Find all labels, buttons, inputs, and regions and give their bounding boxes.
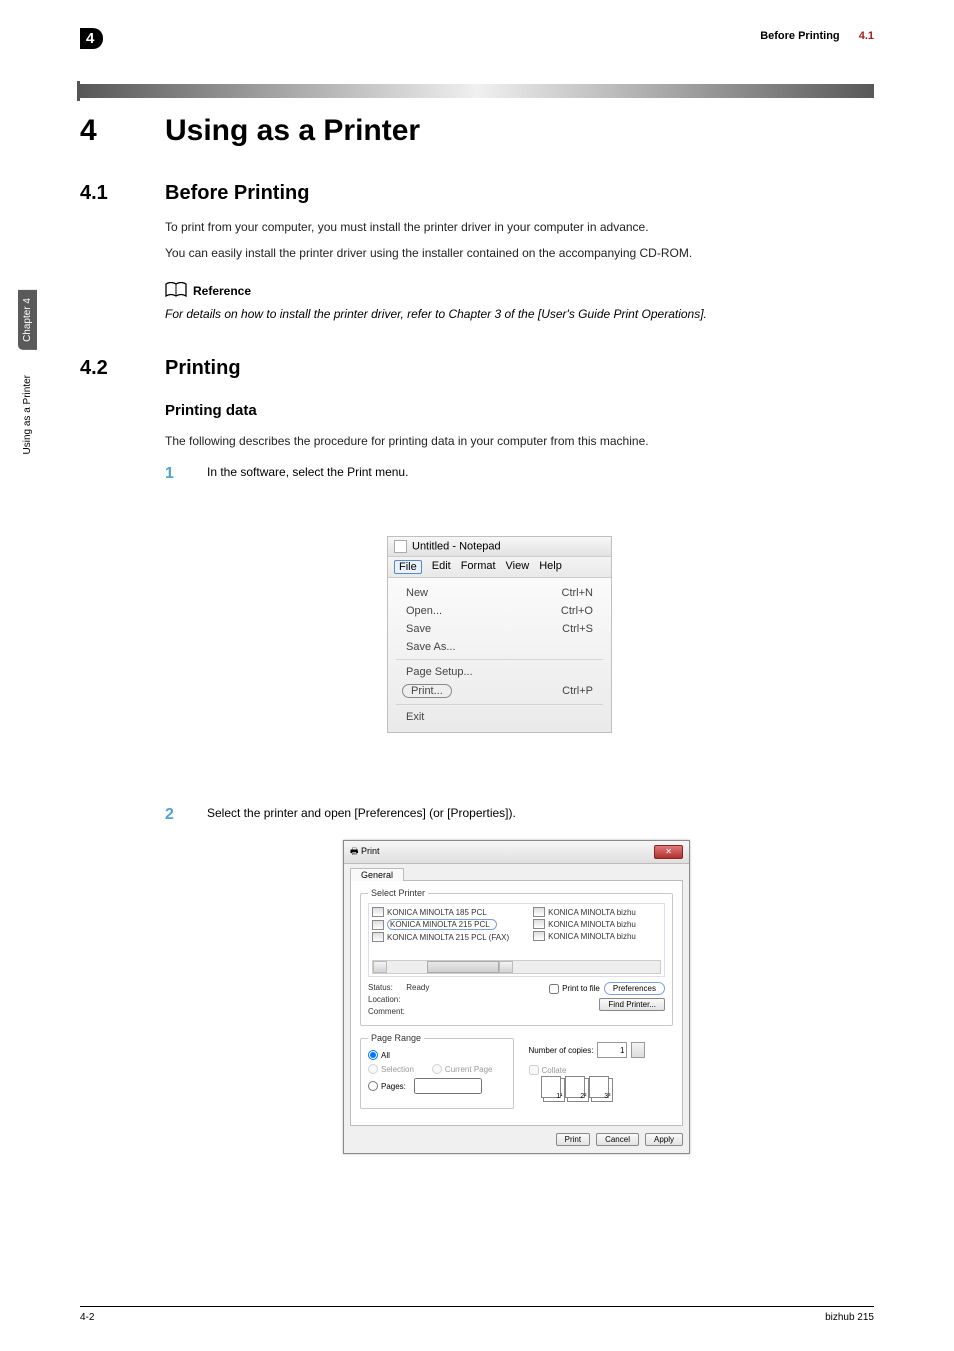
radio-current-page[interactable]: Current Page — [432, 1064, 493, 1074]
section-heading: 4.2Printing — [80, 357, 874, 380]
print-button[interactable]: Print — [556, 1133, 590, 1146]
side-chapter-tab: Chapter 4 — [18, 290, 37, 350]
print-dialog-titlebar: 🖶 Print ✕ — [344, 841, 689, 864]
step-1: 1 In the software, select the Print menu… — [165, 465, 874, 483]
page-number: 4-2 — [80, 1312, 94, 1323]
select-printer-group: Select Printer KONICA MINOLTA 185 PCL KO… — [360, 888, 673, 1026]
reference-label: Reference — [193, 284, 251, 298]
chapter-title-text: Using as a Printer — [165, 114, 420, 147]
section-num: 4.1 — [80, 182, 165, 205]
page-header: 4 Before Printing 4.1 — [80, 28, 874, 48]
section-paragraph: The following describes the procedure fo… — [165, 431, 874, 451]
radio-selection[interactable]: Selection — [368, 1064, 414, 1074]
printer-item[interactable]: KONICA MINOLTA bizhu — [533, 931, 636, 941]
section-heading: 4.1Before Printing — [80, 182, 874, 205]
horizontal-scrollbar[interactable] — [372, 960, 661, 974]
pages-input[interactable] — [414, 1078, 482, 1094]
menu-item-exit[interactable]: Exit — [388, 708, 611, 726]
notepad-menu-bar: File Edit Format View Help — [388, 557, 611, 578]
page-range-group: Page Range All Selection Current Page Pa… — [360, 1033, 514, 1109]
menu-item-save-as[interactable]: Save As... — [388, 638, 611, 656]
menu-item-open[interactable]: Open...Ctrl+O — [388, 602, 611, 620]
header-section-title: Before Printing — [760, 30, 839, 42]
menu-format[interactable]: Format — [461, 560, 496, 574]
menu-help[interactable]: Help — [539, 560, 562, 574]
printer-item[interactable]: KONICA MINOLTA bizhu — [533, 907, 636, 917]
collate-icon: 1¹ 2² 3³ — [543, 1078, 667, 1102]
tab-general[interactable]: General — [350, 868, 404, 881]
menu-view[interactable]: View — [506, 560, 530, 574]
step-text: Select the printer and open [Preferences… — [207, 806, 516, 824]
scroll-thumb[interactable] — [427, 961, 499, 973]
menu-separator — [396, 704, 603, 705]
product-name: bizhub 215 — [825, 1312, 874, 1323]
notepad-window: Untitled - Notepad File Edit Format View… — [387, 536, 612, 733]
copies-input[interactable] — [597, 1042, 627, 1058]
header-right: Before Printing 4.1 — [760, 30, 874, 42]
section-4-2: 4.2Printing Printing data The following … — [80, 357, 874, 483]
gradient-divider — [80, 84, 874, 98]
section-4-1: 4.1Before Printing To print from your co… — [80, 182, 874, 323]
section-paragraph: To print from your computer, you must in… — [165, 217, 874, 237]
menu-item-save[interactable]: SaveCtrl+S — [388, 620, 611, 638]
section-title: Printing — [165, 357, 241, 379]
menu-file[interactable]: File — [394, 560, 422, 574]
print-dialog-panel: Select Printer KONICA MINOLTA 185 PCL KO… — [350, 880, 683, 1126]
notepad-title-bar: Untitled - Notepad — [388, 537, 611, 557]
dialog-button-row: Print Cancel Apply — [344, 1133, 689, 1153]
print-dialog-title: 🖶 Print — [350, 844, 380, 860]
close-icon[interactable]: ✕ — [654, 845, 683, 859]
printer-status-block: Status: Ready Location: Comment: — [368, 982, 429, 1018]
step-text: In the software, select the Print menu. — [207, 465, 408, 483]
menu-separator — [396, 659, 603, 660]
section-paragraph: You can easily install the printer drive… — [165, 243, 874, 263]
preferences-button[interactable]: Preferences — [604, 982, 665, 995]
subsection-heading: Printing data — [165, 402, 874, 419]
step-2: 2 Select the printer and open [Preferenc… — [165, 806, 874, 824]
section-title: Before Printing — [165, 182, 309, 204]
chapter-title-num: 4 — [80, 114, 165, 148]
page-footer: 4-2 bizhub 215 — [80, 1306, 874, 1323]
radio-pages[interactable]: Pages: — [368, 1078, 506, 1094]
print-to-file-checkbox[interactable]: Print to file — [549, 984, 600, 994]
radio-all[interactable]: All — [368, 1050, 506, 1060]
menu-item-print[interactable]: Print...Ctrl+P — [388, 681, 611, 701]
menu-item-new[interactable]: NewCtrl+N — [388, 584, 611, 602]
chapter-badge: 4 — [80, 28, 103, 49]
step-number: 2 — [165, 806, 179, 824]
copies-spinner[interactable] — [631, 1042, 645, 1058]
menu-item-page-setup[interactable]: Page Setup... — [388, 663, 611, 681]
side-section-title: Using as a Printer — [22, 375, 33, 454]
page-range-legend: Page Range — [368, 1033, 424, 1043]
copies-label: Number of copies: — [529, 1046, 594, 1055]
find-printer-button[interactable]: Find Printer... — [599, 998, 665, 1011]
printer-list[interactable]: KONICA MINOLTA 185 PCL KONICA MINOLTA 21… — [368, 903, 665, 977]
reference-text: For details on how to install the printe… — [165, 305, 874, 323]
notepad-menu-dropdown: NewCtrl+N Open...Ctrl+O SaveCtrl+S Save … — [388, 578, 611, 732]
step-number: 1 — [165, 465, 179, 483]
print-dialog: 🖶 Print ✕ General Select Printer KONICA … — [343, 840, 690, 1154]
reference-row: Reference — [165, 282, 874, 301]
header-section-num: 4.1 — [859, 30, 874, 42]
printer-item[interactable]: KONICA MINOLTA 215 PCL (FAX) — [372, 932, 509, 942]
collate-checkbox[interactable]: Collate — [529, 1065, 667, 1075]
step-2-row: 2 Select the printer and open [Preferenc… — [80, 792, 874, 824]
apply-button[interactable]: Apply — [645, 1133, 683, 1146]
printer-item-selected[interactable]: KONICA MINOLTA 215 PCL — [372, 919, 509, 930]
menu-edit[interactable]: Edit — [432, 560, 451, 574]
chapter-title: 4Using as a Printer — [80, 114, 420, 148]
cancel-button[interactable]: Cancel — [596, 1133, 639, 1146]
book-icon — [165, 282, 187, 301]
select-printer-legend: Select Printer — [368, 888, 428, 898]
copies-group: Number of copies: Collate 1¹ 2² 3³ — [522, 1033, 674, 1109]
section-num: 4.2 — [80, 357, 165, 380]
printer-item[interactable]: KONICA MINOLTA bizhu — [533, 919, 636, 929]
printer-item[interactable]: KONICA MINOLTA 185 PCL — [372, 907, 509, 917]
